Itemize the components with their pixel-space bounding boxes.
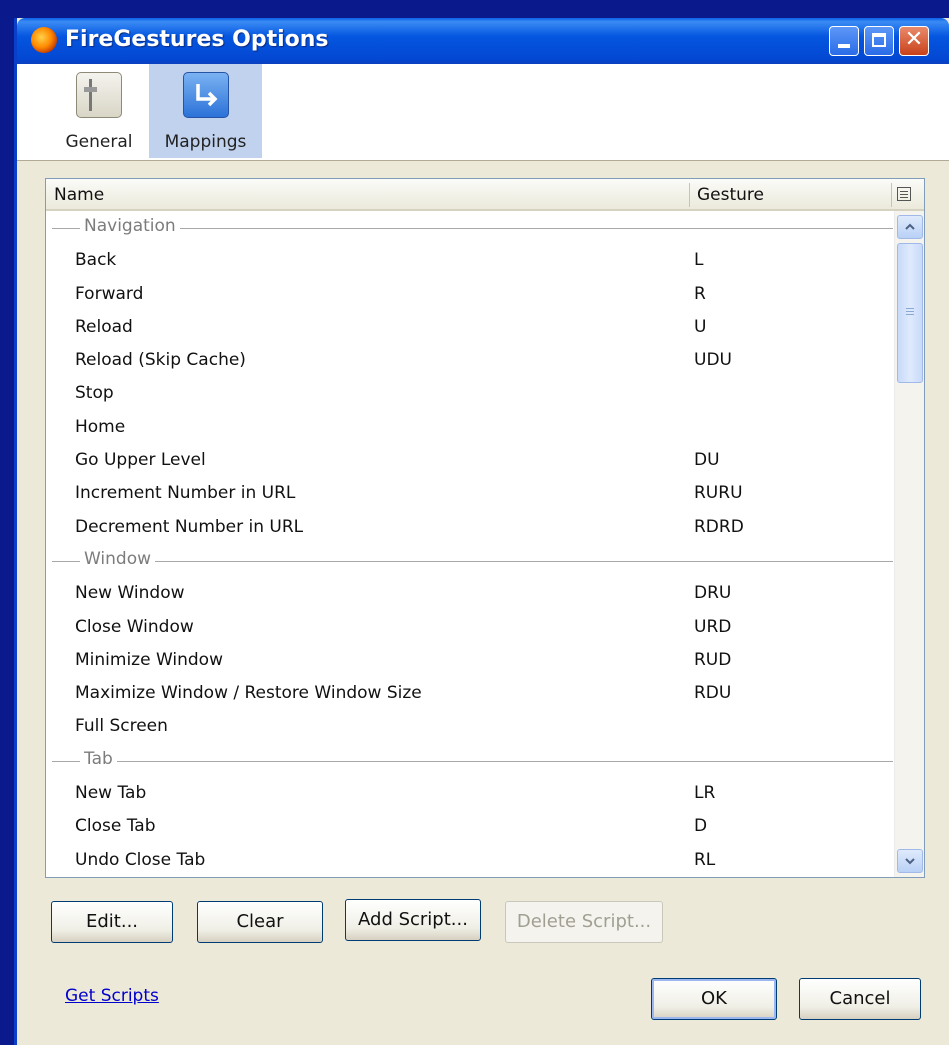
list-item[interactable]: Go Upper Level DU [46, 444, 893, 477]
list-item[interactable]: Home [46, 411, 893, 444]
command-name: Go Upper Level [75, 450, 206, 471]
list-item[interactable]: Decrement Number in URL RDRD [46, 511, 893, 544]
mappings-icon [182, 72, 229, 118]
gesture-code: DRU [694, 583, 732, 604]
command-name: Close Tab [75, 816, 156, 837]
options-dialog: FireGestures Options ✕ General Mappings … [14, 18, 949, 1045]
get-scripts-link[interactable]: Get Scripts [65, 986, 159, 1006]
gesture-code: RDRD [694, 516, 744, 537]
list-item[interactable]: Close Tab D [46, 810, 893, 843]
scroll-down-button[interactable] [897, 849, 923, 873]
group-label: Window [80, 548, 156, 569]
column-name-header[interactable]: Name [54, 185, 104, 205]
mappings-list[interactable]: Name Gesture Navigation Back L Forward R R… [45, 178, 925, 878]
column-separator[interactable] [689, 183, 690, 207]
gesture-code: D [694, 816, 708, 837]
tab-mappings-label: Mappings [164, 132, 247, 152]
scroll-thumb[interactable] [897, 243, 923, 383]
command-name: Reload (Skip Cache) [75, 350, 246, 371]
command-name: New Window [75, 583, 185, 604]
clear-button[interactable]: Clear [197, 901, 323, 943]
group-header: Tab [46, 744, 893, 777]
group-label: Navigation [80, 216, 180, 236]
list-item[interactable]: Maximize Window / Restore Window Size RDU [46, 677, 893, 710]
title-bar[interactable]: FireGestures Options ✕ [17, 18, 949, 64]
command-name: Minimize Window [75, 649, 223, 670]
command-name: New Tab [75, 783, 147, 804]
gesture-code: LR [694, 783, 716, 804]
list-item[interactable]: Increment Number in URL RURU [46, 477, 893, 510]
list-item[interactable]: Forward R [46, 278, 893, 311]
column-separator[interactable] [891, 183, 892, 207]
window-title: FireGestures Options [65, 27, 329, 52]
command-name: Increment Number in URL [75, 483, 296, 504]
gesture-code: UDU [694, 350, 732, 371]
close-icon: ✕ [904, 27, 924, 52]
edit-button[interactable]: Edit... [51, 901, 173, 943]
close-button[interactable]: ✕ [899, 26, 929, 56]
gesture-code: RUD [694, 649, 732, 670]
gesture-code: U [694, 316, 707, 337]
command-name: Close Window [75, 616, 194, 637]
list-item[interactable]: Full Screen [46, 710, 893, 743]
gesture-code: RDU [694, 683, 732, 704]
command-name: Decrement Number in URL [75, 516, 304, 537]
list-item[interactable]: New Window DRU [46, 577, 893, 610]
tab-mappings[interactable]: Mappings [149, 64, 262, 158]
command-name: Full Screen [75, 716, 168, 737]
cancel-button[interactable]: Cancel [799, 978, 921, 1020]
command-name: Undo Close Tab [75, 849, 206, 870]
chevron-down-icon [905, 858, 915, 865]
tab-general-label: General [65, 132, 133, 152]
group-header: Window [46, 544, 893, 577]
delete-script-button[interactable]: Delete Script... [505, 901, 663, 943]
list-item[interactable]: New Tab LR [46, 777, 893, 810]
minimize-button[interactable] [829, 26, 859, 56]
tab-general[interactable]: General [57, 64, 141, 158]
gesture-code: RURU [694, 483, 743, 504]
gesture-code: URD [694, 616, 732, 637]
options-toolbar: General Mappings [17, 64, 949, 161]
command-name: Home [75, 416, 126, 437]
ok-button[interactable]: OK [651, 978, 777, 1020]
firefox-icon [31, 27, 57, 53]
column-gesture-header[interactable]: Gesture [697, 185, 764, 205]
chevron-up-icon [905, 223, 915, 230]
maximize-button[interactable] [864, 26, 894, 56]
gesture-code: R [694, 283, 706, 304]
list-item[interactable]: Undo Close Tab RL [46, 844, 893, 877]
general-icon [76, 72, 122, 118]
column-header: Name Gesture [46, 179, 924, 211]
column-picker-icon[interactable] [897, 187, 911, 201]
list-rows: Navigation Back L Forward R Reload U Reload… [46, 211, 893, 877]
gesture-code: DU [694, 450, 720, 471]
group-header: Navigation [46, 211, 893, 244]
command-name: Maximize Window / Restore Window Size [75, 683, 422, 704]
list-item[interactable]: Back L [46, 244, 893, 277]
command-name: Back [75, 250, 117, 271]
command-name: Forward [75, 283, 144, 304]
command-name: Reload [75, 316, 133, 337]
add-script-button[interactable]: Add Script... [345, 899, 481, 941]
minimize-icon [838, 44, 850, 48]
list-item[interactable]: Stop [46, 377, 893, 410]
vertical-scrollbar[interactable] [894, 211, 924, 877]
maximize-icon [872, 33, 886, 47]
list-item[interactable]: Reload (Skip Cache) UDU [46, 344, 893, 377]
list-item[interactable]: Reload U [46, 311, 893, 344]
gesture-code: RL [694, 849, 716, 870]
list-item[interactable]: Minimize Window RUD [46, 644, 893, 677]
list-item[interactable]: Close Window URD [46, 611, 893, 644]
gesture-code: L [694, 250, 704, 271]
command-name: Stop [75, 383, 114, 404]
scroll-up-button[interactable] [897, 215, 923, 239]
group-label: Tab [80, 748, 117, 769]
